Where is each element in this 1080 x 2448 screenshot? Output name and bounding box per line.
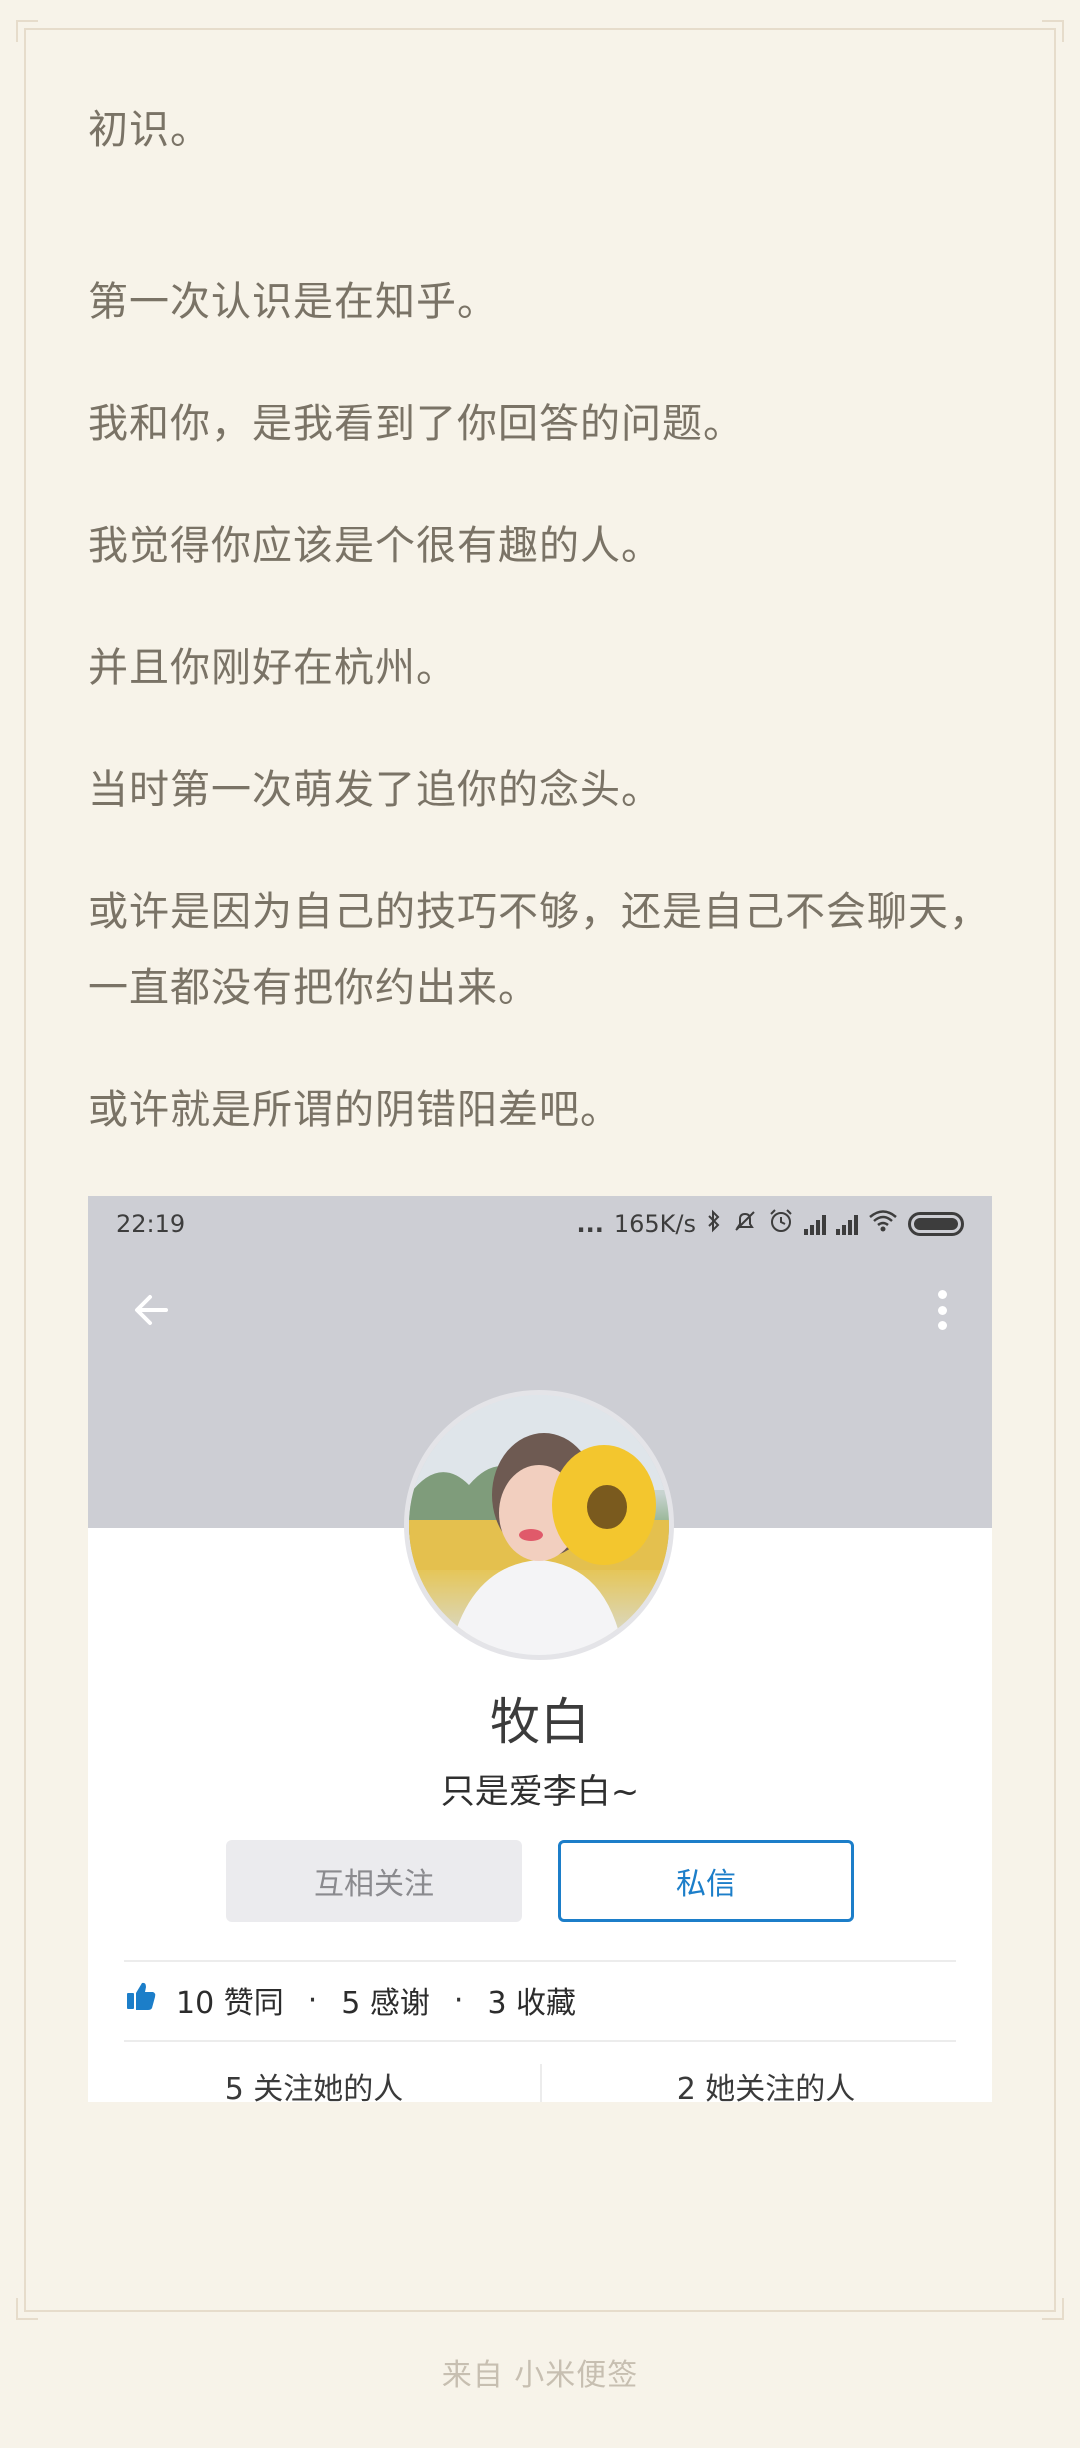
bluetooth-icon	[706, 1209, 722, 1239]
note-paragraph: 第一次认识是在知乎。	[88, 279, 498, 325]
note-title: 初识。	[88, 107, 211, 153]
avatar[interactable]	[404, 1390, 674, 1660]
signal-icon	[804, 1213, 826, 1235]
mutual-follow-button[interactable]: 互相关注	[226, 1840, 522, 1922]
following-link[interactable]: 2 她关注的人	[540, 2064, 992, 2102]
back-arrow-icon[interactable]	[130, 1288, 174, 1332]
stat-separator: ·	[307, 1982, 318, 2018]
profile-bio: 只是爱李白~	[440, 1772, 640, 1812]
followers-link[interactable]: 5 关注她的人	[88, 2064, 540, 2102]
thanks-count[interactable]: 5 感谢	[341, 1978, 430, 2022]
wifi-icon	[868, 1209, 898, 1239]
divider	[124, 1960, 956, 1962]
status-time: 22:19	[116, 1210, 186, 1238]
network-speed: 165K/s	[613, 1210, 696, 1238]
note-paragraph: 并且你刚好在杭州。	[88, 645, 457, 691]
alarm-icon	[768, 1208, 794, 1240]
collections-count[interactable]: 3 收藏	[487, 1978, 576, 2022]
note-paragraph: 当时第一次萌发了追你的念头。	[88, 767, 662, 813]
likes-count[interactable]: 10 赞同	[176, 1978, 284, 2022]
note-body[interactable]: 初识。 第一次认识是在知乎。 我和你，是我看到了你回答的问题。 我觉得你应该是个…	[88, 92, 998, 1194]
note-source: 来自 小米便签	[441, 2358, 639, 2393]
note-paragraph: 或许是因为自己的技巧不够，还是自己不会聊天，一直都没有把你约出来。	[88, 889, 990, 1011]
frame-corner	[1042, 20, 1064, 42]
thumbs-up-icon	[124, 1979, 158, 2021]
follow-stats: 5 关注她的人 2 她关注的人	[88, 2064, 992, 2102]
note-paragraph: 或许就是所谓的阴错阳差吧。	[88, 1087, 621, 1133]
profile-stats: 10 赞同 · 5 感谢 · 3 收藏	[124, 1968, 576, 2032]
mute-icon	[732, 1209, 758, 1239]
nav-bar	[88, 1276, 992, 1346]
frame-corner	[16, 2298, 38, 2320]
note-paragraph: 我和你，是我看到了你回答的问题。	[88, 401, 744, 447]
follow-divider	[540, 2064, 542, 2102]
note-paragraph: 我觉得你应该是个很有趣的人。	[88, 523, 662, 569]
status-bar: 22:19 ... 165K/s	[88, 1196, 992, 1252]
more-options-icon[interactable]	[936, 1290, 948, 1330]
more-notifications-icon: ...	[576, 1210, 604, 1238]
status-icons: ... 165K/s	[576, 1208, 964, 1240]
frame-corner	[1042, 2298, 1064, 2320]
frame-corner	[16, 20, 38, 42]
signal-icon	[836, 1213, 858, 1235]
private-message-button[interactable]: 私信	[558, 1840, 854, 1922]
embedded-screenshot[interactable]: 22:19 ... 165K/s 牧白 只是爱李白~ 互相关注 私信 10 赞同…	[88, 1196, 992, 2102]
profile-name: 牧白	[490, 1693, 590, 1751]
divider	[124, 2040, 956, 2042]
stat-separator: ·	[453, 1982, 464, 2018]
battery-icon	[908, 1212, 964, 1236]
